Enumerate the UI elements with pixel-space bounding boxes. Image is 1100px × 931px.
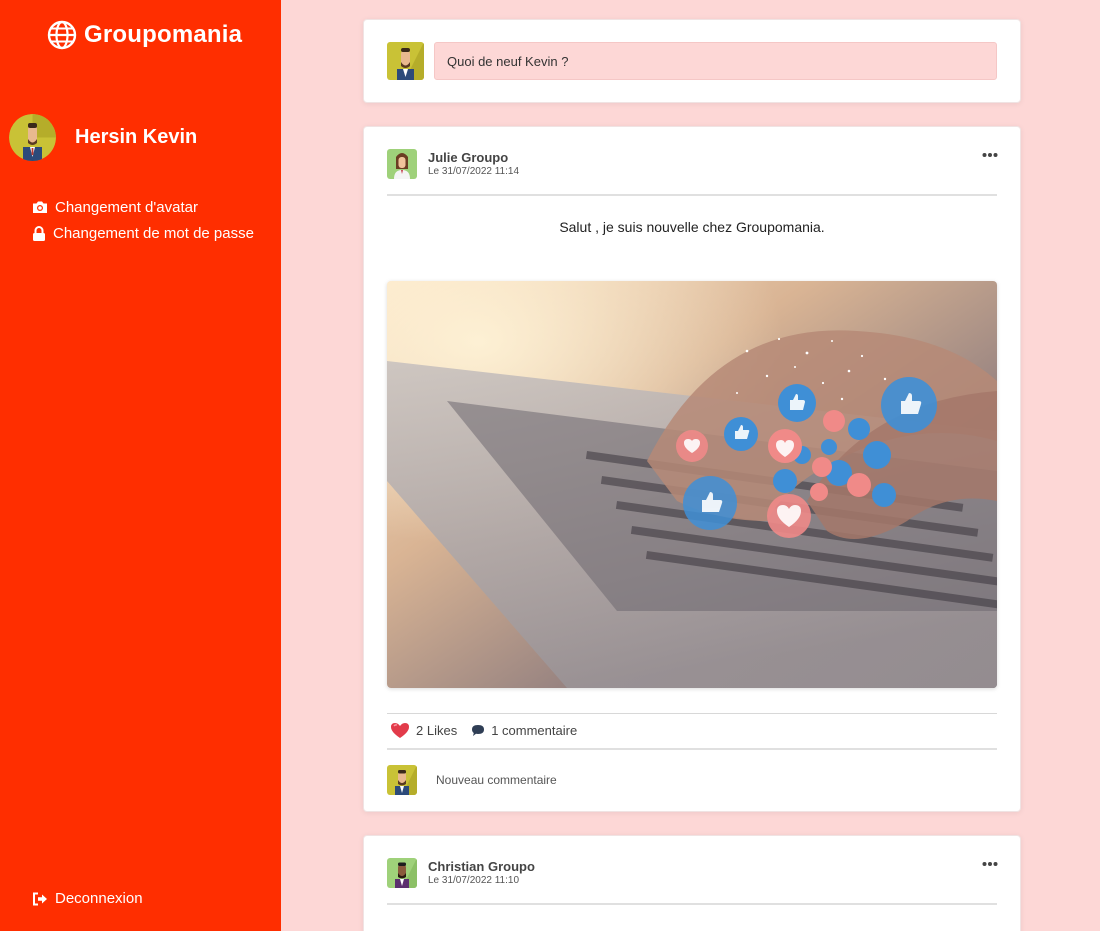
post-composer: Quoi de neuf Kevin ? <box>363 19 1021 103</box>
brand-name: Groupomania <box>84 21 243 48</box>
more-options-icon[interactable] <box>982 860 998 868</box>
logout-label: Deconnexion <box>55 890 143 907</box>
laptop-social-image <box>387 281 997 688</box>
author-avatar[interactable] <box>387 149 417 179</box>
comment-avatar <box>387 765 417 795</box>
composer-input[interactable]: Quoi de neuf Kevin ? <box>434 42 997 80</box>
new-comment-row: Nouveau commentaire <box>387 765 557 795</box>
composer-avatar <box>387 42 424 80</box>
likes-count: 2 Likes <box>416 723 458 738</box>
new-comment-input[interactable]: Nouveau commentaire <box>436 773 557 787</box>
user-profile: Hersin Kevin <box>9 114 197 161</box>
divider <box>387 713 997 714</box>
comments-count: 1 commentaire <box>491 723 578 738</box>
sign-out-icon <box>33 892 47 905</box>
post-image[interactable] <box>387 281 997 688</box>
post-card: Julie Groupo Le 31/07/2022 11:14 Salut ,… <box>363 126 1021 812</box>
user-name: Hersin Kevin <box>75 126 198 148</box>
comments-button[interactable]: 1 commentaire <box>471 723 577 738</box>
comment-icon <box>472 725 485 736</box>
camera-icon <box>33 201 47 213</box>
brand-logo[interactable]: Groupomania <box>47 20 242 50</box>
post-header: Julie Groupo Le 31/07/2022 11:14 <box>387 149 519 179</box>
sidebar-links: Changement d'avatar Changement de mot de… <box>32 194 254 246</box>
user-avatar[interactable] <box>9 114 56 161</box>
lock-icon <box>33 225 45 241</box>
post-card: Christian Groupo Le 31/07/2022 11:10 <box>363 835 1021 931</box>
divider <box>387 903 997 905</box>
change-avatar-label: Changement d'avatar <box>55 198 198 216</box>
author-avatar[interactable] <box>387 858 417 888</box>
post-date: Le 31/07/2022 11:10 <box>428 875 520 886</box>
more-options-icon[interactable] <box>982 151 998 159</box>
change-password-link[interactable]: Changement de mot de passe <box>32 220 254 246</box>
like-button[interactable]: 2 Likes <box>390 722 457 739</box>
post-reactions: 2 Likes 1 commentaire <box>390 722 577 739</box>
change-password-label: Changement de mot de passe <box>53 224 254 242</box>
divider <box>387 194 997 196</box>
divider <box>387 748 997 750</box>
post-meta: Julie Groupo Le 31/07/2022 11:14 <box>428 149 519 178</box>
post-author[interactable]: Christian Groupo <box>428 859 535 875</box>
logout-button[interactable]: Deconnexion <box>32 890 143 907</box>
heart-icon <box>391 723 409 738</box>
change-avatar-link[interactable]: Changement d'avatar <box>32 194 254 220</box>
post-date: Le 31/07/2022 11:14 <box>428 166 520 177</box>
post-text: Salut , je suis nouvelle chez Groupomani… <box>559 219 825 235</box>
sidebar: Groupomania Hersin Kevin Changement d'av… <box>0 0 281 931</box>
globe-icon <box>47 20 77 50</box>
post-header: Christian Groupo Le 31/07/2022 11:10 <box>387 858 535 888</box>
post-meta: Christian Groupo Le 31/07/2022 11:10 <box>428 858 535 887</box>
post-author[interactable]: Julie Groupo <box>428 150 519 166</box>
